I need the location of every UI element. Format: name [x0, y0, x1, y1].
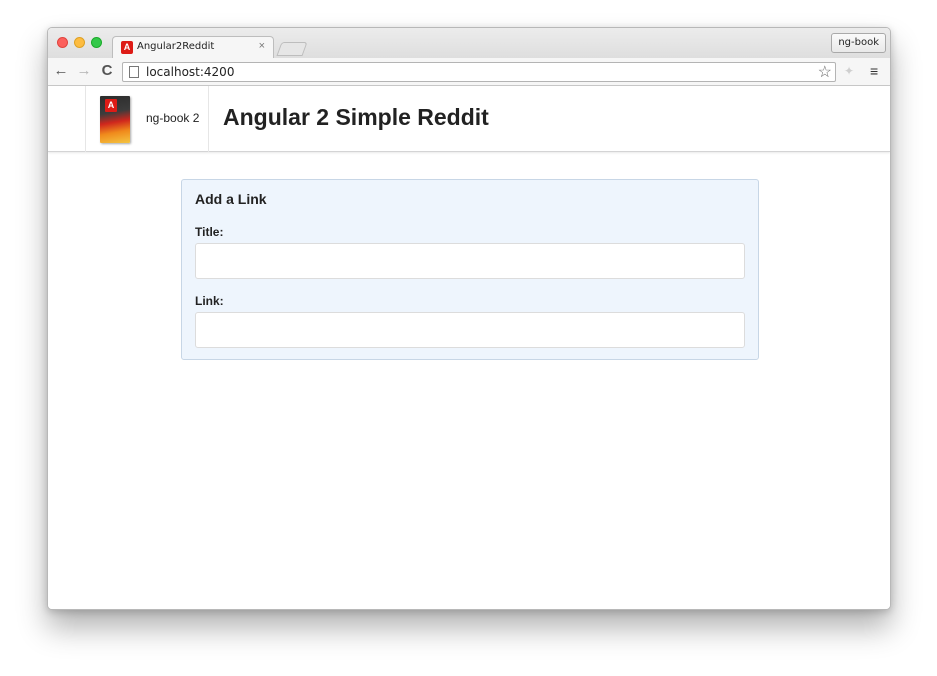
page-title: Angular 2 Simple Reddit	[223, 104, 489, 130]
reload-icon[interactable]: C	[98, 62, 116, 80]
extension-icon[interactable]: ✦	[844, 64, 858, 78]
bookmark-star-icon[interactable]: ☆	[818, 62, 832, 82]
tab-close-icon[interactable]: ×	[259, 40, 265, 52]
book-cover-image: A	[100, 96, 130, 143]
url-text: localhost:4200	[146, 65, 235, 79]
back-arrow-icon[interactable]: ←	[52, 62, 70, 80]
maximize-window-button[interactable]	[91, 37, 102, 48]
add-link-form: Add a Link Title: Link:	[181, 179, 759, 360]
app-header: A ng-book 2 Angular 2 Simple Reddit	[48, 86, 890, 152]
tab-strip: A Angular2Reddit × ng-book	[48, 28, 890, 58]
menu-icon[interactable]: ≡	[870, 63, 878, 79]
link-input[interactable]	[195, 312, 745, 348]
profile-button[interactable]: ng-book	[831, 33, 886, 53]
title-input[interactable]	[195, 243, 745, 279]
tab-angular2reddit[interactable]: A Angular2Reddit ×	[112, 36, 274, 58]
browser-toolbar: ← → C localhost:4200 ☆ ✦ ≡	[48, 58, 890, 86]
new-tab-button[interactable]	[276, 42, 308, 56]
page-icon	[129, 66, 139, 78]
tab-title: Angular2Reddit	[137, 41, 215, 52]
angular-favicon-icon: A	[121, 41, 133, 54]
address-bar[interactable]: localhost:4200 ☆	[122, 62, 836, 82]
close-window-button[interactable]	[57, 37, 68, 48]
forward-arrow-icon[interactable]: →	[75, 62, 93, 80]
page-content: A ng-book 2 Angular 2 Simple Reddit Add …	[48, 86, 890, 609]
brand[interactable]: A ng-book 2	[85, 86, 209, 152]
brand-label: ng-book 2	[146, 111, 200, 125]
form-heading: Add a Link	[195, 191, 267, 207]
angular-logo-icon: A	[105, 99, 117, 112]
title-label: Title:	[195, 225, 224, 239]
browser-window: A Angular2Reddit × ng-book ← → C localho…	[47, 27, 891, 610]
minimize-window-button[interactable]	[74, 37, 85, 48]
link-label: Link:	[195, 294, 224, 308]
